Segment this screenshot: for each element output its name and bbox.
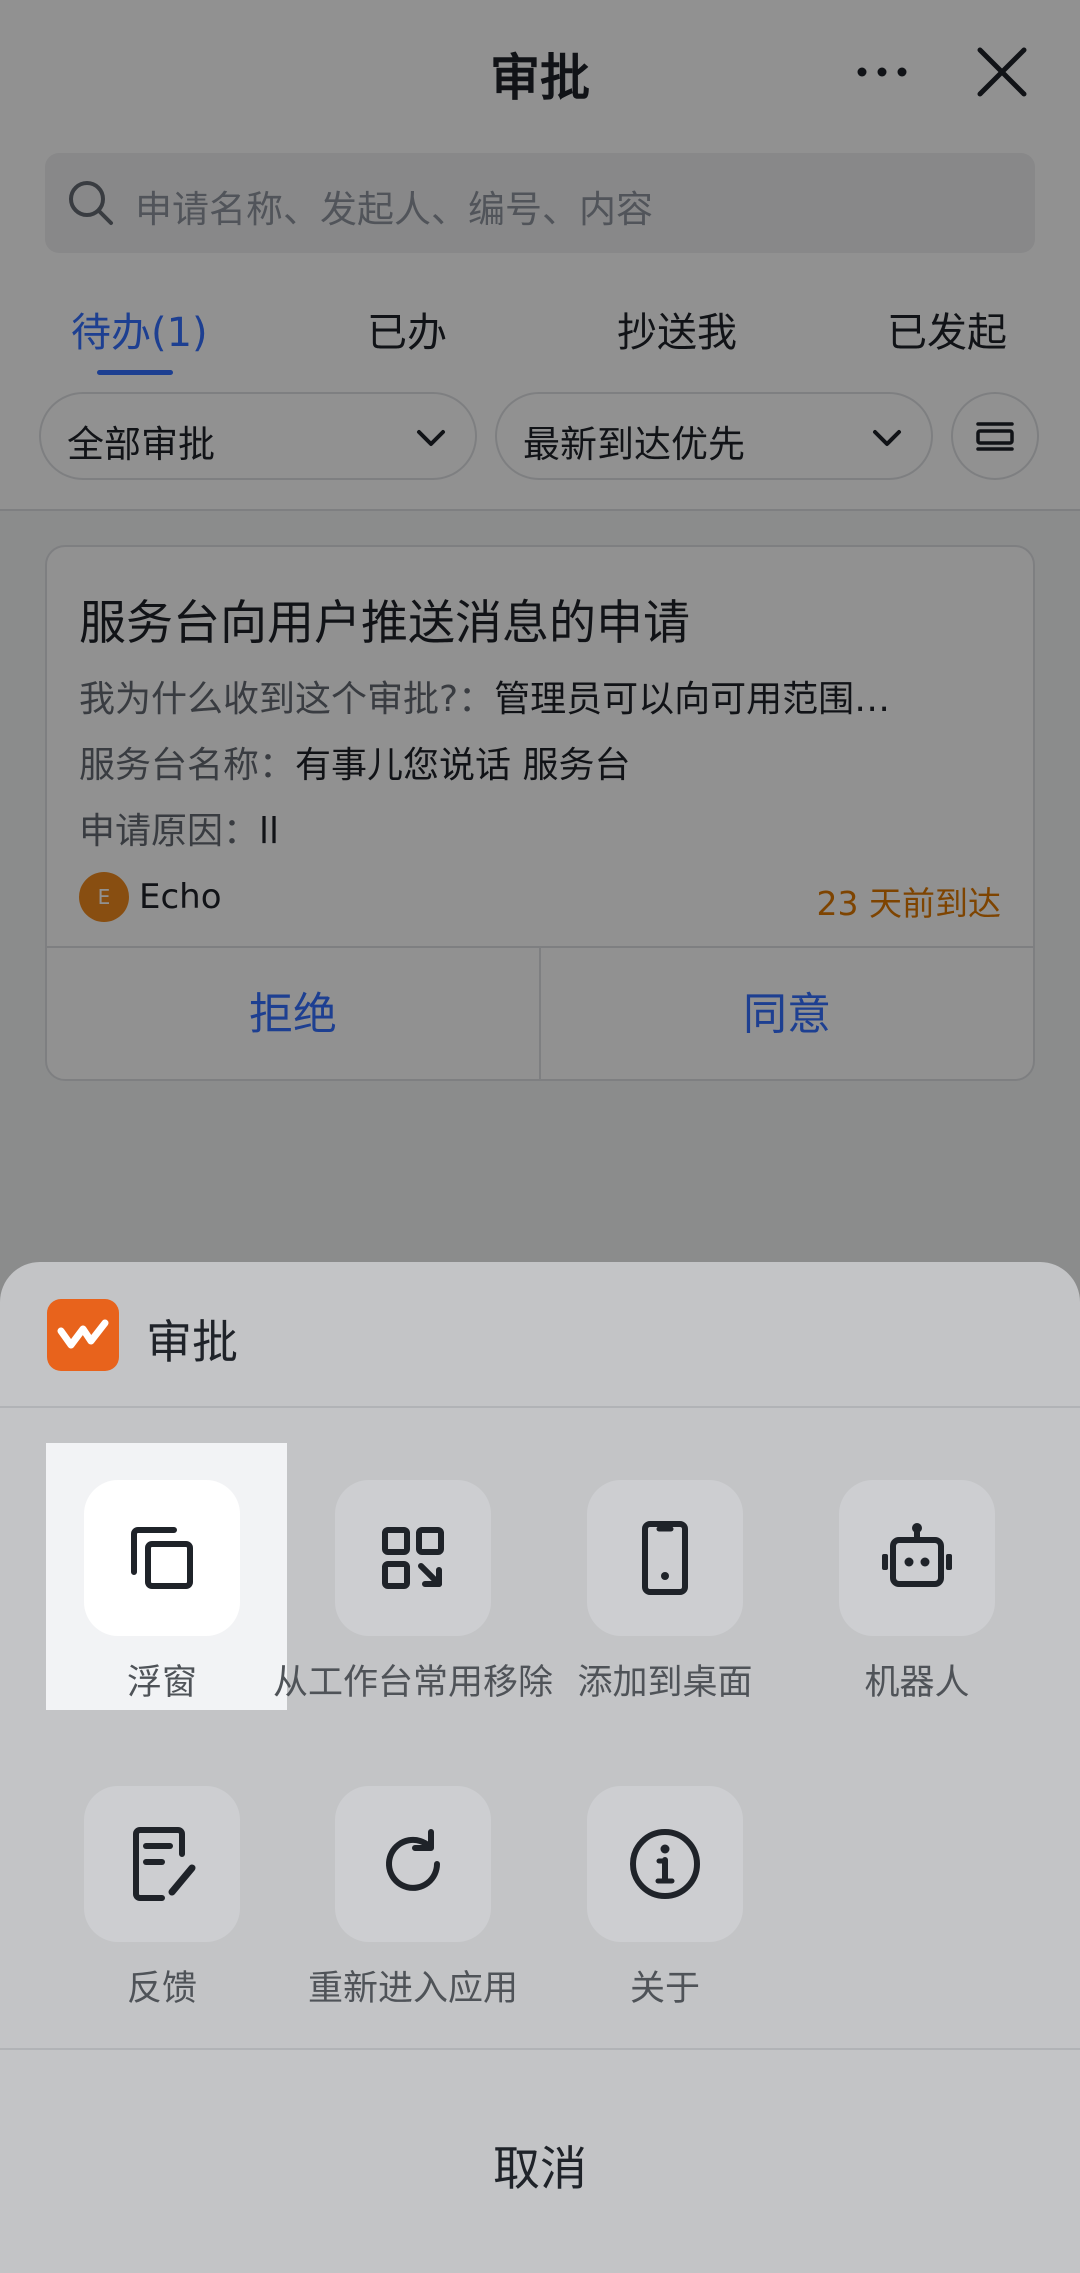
approval-app-logo [47,1299,119,1371]
refresh-icon [386,1829,440,1891]
add-to-desktop-button[interactable] [587,1480,743,1636]
action-sheet: 审批 [0,1262,1080,2273]
float-window-icon [131,1527,193,1589]
remove-from-workbench-button[interactable] [335,1480,491,1636]
robot-button[interactable] [839,1480,995,1636]
float-window-button[interactable] [84,1480,240,1636]
float-window-label: 浮窗 [126,1663,197,1703]
robot-label: 机器人 [864,1663,970,1703]
add-to-desktop-icon [642,1521,688,1595]
add-to-desktop-label: 添加到桌面 [577,1663,753,1703]
feedback-button[interactable] [84,1786,240,1942]
remove-from-workbench-icon [382,1527,444,1589]
feedback-icon [133,1827,196,1901]
about-button[interactable] [587,1786,743,1942]
info-icon [630,1829,700,1899]
remove-from-workbench-label: 从工作台常用移除 [272,1663,553,1703]
about-label: 关于 [629,1969,700,2009]
feedback-label: 反馈 [126,1969,197,2009]
approval-logo-icon [57,1319,109,1349]
sheet-header: 审批 [0,1262,1080,1406]
cancel-button[interactable]: 取消 [0,2130,1080,2199]
reenter-app-button[interactable] [335,1786,491,1942]
divider [0,1406,1080,1408]
divider [0,2048,1080,2050]
reenter-app-label: 重新进入应用 [307,1969,518,2009]
sheet-app-name: 审批 [146,1315,238,1369]
robot-icon [882,1523,952,1587]
